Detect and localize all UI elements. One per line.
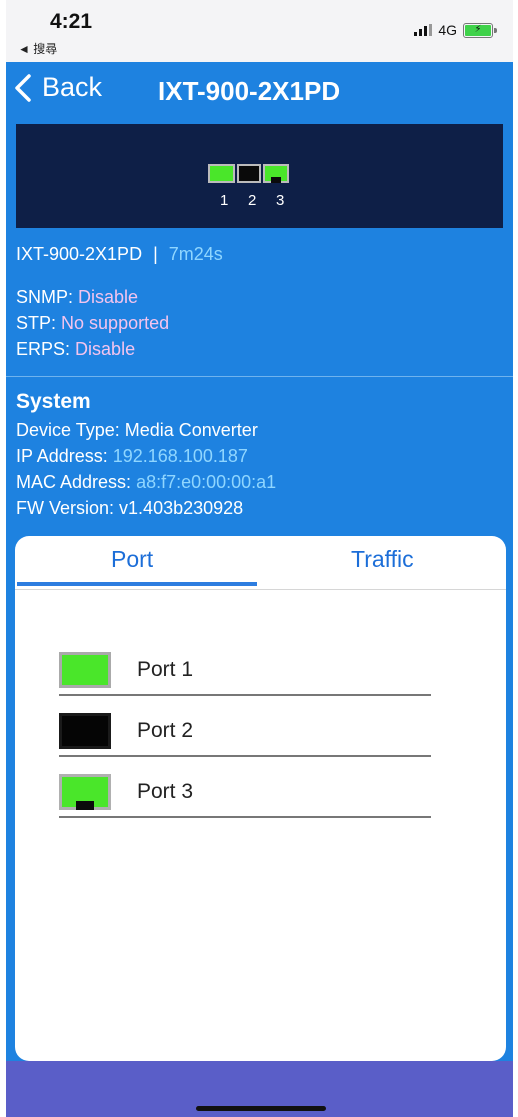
port-label: Port 2 xyxy=(137,719,194,742)
port-number: 3 xyxy=(276,192,285,209)
signal-icon xyxy=(414,24,433,36)
port-number-labels: 1 2 3 xyxy=(220,192,304,209)
active-tab-indicator xyxy=(17,582,257,586)
chevron-left-icon xyxy=(15,73,31,102)
nav-bar: Back IXT-900-2X1PD xyxy=(6,62,513,120)
device-name: IXT-900-2X1PD xyxy=(16,244,143,264)
separator: | xyxy=(153,244,158,264)
mac-address-row: MAC Address: a8:f7:e0:00:00:a1 xyxy=(16,472,276,493)
home-indicator[interactable] xyxy=(196,1106,326,1111)
stp-label: STP: xyxy=(16,313,57,333)
ip-address-value[interactable]: 192.168.100.187 xyxy=(113,446,248,466)
mini-port-1-icon[interactable] xyxy=(208,164,235,183)
port-number: 2 xyxy=(248,192,257,209)
status-bar: 4:21 ◄ 搜尋 4G ⚡ xyxy=(6,0,513,62)
system-title: System xyxy=(16,390,91,413)
mini-port-2-icon[interactable] xyxy=(237,164,261,183)
ip-address-label: IP Address: xyxy=(16,446,108,466)
back-label: Back xyxy=(42,72,103,102)
device-type-label: Device Type: xyxy=(16,420,120,440)
port-link-down-icon xyxy=(59,713,111,749)
row-divider xyxy=(59,816,431,818)
status-time: 4:21 xyxy=(50,10,93,33)
stp-row: STP: No supported xyxy=(16,313,169,334)
port-label: Port 3 xyxy=(137,780,194,803)
snmp-label: SNMP: xyxy=(16,287,74,307)
mini-port-3-icon[interactable] xyxy=(263,164,289,183)
ports-card: Port Traffic Port 1 Port 2 Port 3 xyxy=(15,536,506,1061)
ip-address-row: IP Address: 192.168.100.187 xyxy=(16,446,248,467)
erps-row: ERPS: Disable xyxy=(16,339,135,360)
network-type: 4G xyxy=(438,22,457,38)
device-type-row: Device Type: Media Converter xyxy=(16,420,258,441)
tab-traffic[interactable]: Traffic xyxy=(351,546,414,573)
device-port-diagram xyxy=(208,164,289,183)
status-network: 4G ⚡ xyxy=(414,22,497,38)
tab-bar: Port Traffic xyxy=(15,536,506,590)
device-type-value: Media Converter xyxy=(124,420,258,440)
mac-address-label: MAC Address: xyxy=(16,472,132,492)
fw-version-label: FW Version: xyxy=(16,498,115,518)
back-button[interactable]: Back xyxy=(12,72,102,103)
page-title: IXT-900-2X1PD xyxy=(158,76,341,106)
erps-label: ERPS: xyxy=(16,339,71,359)
port-row-3[interactable]: Port 3 xyxy=(59,770,431,818)
fw-version-row: FW Version: v1.403b230928 xyxy=(16,498,243,519)
port-fiber-link-icon xyxy=(59,774,111,810)
row-divider xyxy=(59,694,431,696)
port-row-2[interactable]: Port 2 xyxy=(59,709,431,757)
back-to-app-link[interactable]: ◄ 搜尋 xyxy=(18,40,57,57)
main-area: Back IXT-900-2X1PD 1 2 3 IXT-900-2X1PD | 7… xyxy=(6,62,513,1117)
tab-port[interactable]: Port xyxy=(111,546,153,573)
tab-divider xyxy=(15,589,506,590)
port-link-up-icon xyxy=(59,652,111,688)
phone-screen: 4:21 ◄ 搜尋 4G ⚡ Back IXT-900-2X1PD 1 2 3 … xyxy=(6,0,513,1117)
device-summary: IXT-900-2X1PD | 7m24s xyxy=(16,244,223,265)
battery-charging-icon: ⚡ xyxy=(463,22,497,38)
fw-version-value: v1.403b230928 xyxy=(119,498,244,518)
stp-value: No supported xyxy=(61,313,170,333)
snmp-value: Disable xyxy=(78,287,139,307)
snmp-row: SNMP: Disable xyxy=(16,287,138,308)
uptime: 7m24s xyxy=(168,244,223,264)
erps-value: Disable xyxy=(75,339,136,359)
port-row-1[interactable]: Port 1 xyxy=(59,648,431,696)
section-divider xyxy=(6,376,513,377)
port-number: 1 xyxy=(220,192,229,209)
mac-address-value: a8:f7:e0:00:00:a1 xyxy=(136,472,277,492)
row-divider xyxy=(59,755,431,757)
port-label: Port 1 xyxy=(137,658,194,681)
